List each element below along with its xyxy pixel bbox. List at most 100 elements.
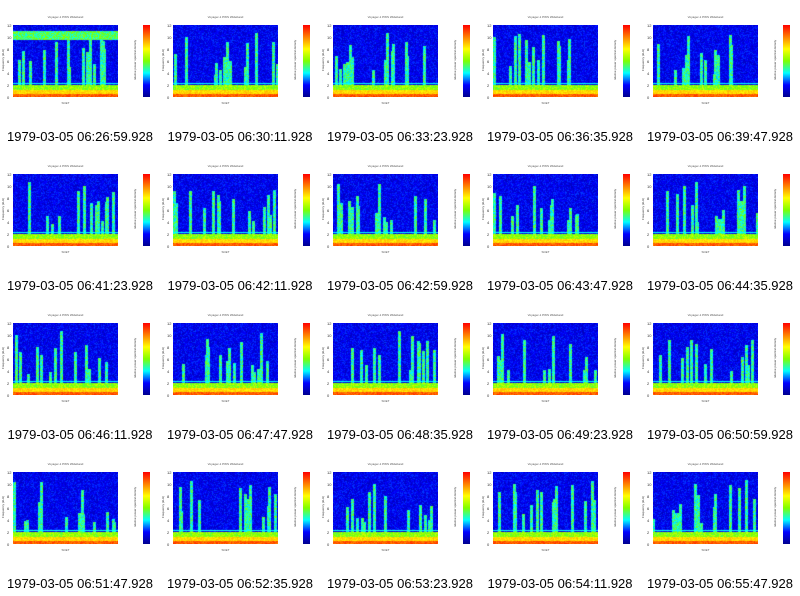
y-tick: 2 <box>327 530 330 535</box>
x-axis-unit: SCET <box>221 399 230 403</box>
plot-title: Voyager-1 PWS Wideband <box>527 164 564 168</box>
y-tick: 4 <box>647 71 650 76</box>
y-tick: 10 <box>487 333 492 338</box>
colorbar <box>623 472 630 544</box>
x-axis-unit: SCET <box>541 548 550 552</box>
y-axis-label: Frequency (kHz) <box>1 197 6 221</box>
colorbar-label: relative power spectral density <box>613 188 618 230</box>
y-tick: 12 <box>327 321 332 326</box>
y-tick: 10 <box>647 482 652 487</box>
y-tick: 12 <box>647 321 652 326</box>
colorbar-label: relative power spectral density <box>293 39 298 81</box>
y-tick: 8 <box>167 345 170 350</box>
y-tick: 10 <box>327 35 332 40</box>
spectrogram-thumbnail[interactable]: Voyager-1 PWS Wideband Frequency (kHz) rel… <box>320 447 480 596</box>
spectrogram-image <box>493 174 598 246</box>
y-tick: 6 <box>167 59 170 64</box>
spectrogram-thumbnail[interactable]: Voyager-1 PWS Wideband Frequency (kHz) rel… <box>320 0 480 149</box>
y-tick: 6 <box>7 208 10 213</box>
spectrogram-thumbnail[interactable]: Voyager-1 PWS Wideband Frequency (kHz) rel… <box>0 0 160 149</box>
y-tick: 8 <box>327 345 330 350</box>
y-tick: 12 <box>167 23 172 28</box>
y-tick: 0 <box>7 542 10 547</box>
y-tick: 12 <box>647 470 652 475</box>
y-tick: 8 <box>647 494 650 499</box>
y-tick: 4 <box>647 220 650 225</box>
y-tick: 4 <box>167 518 170 523</box>
colorbar-label: relative power spectral density <box>773 337 778 379</box>
spectrogram-thumbnail[interactable]: Voyager-1 PWS Wideband Frequency (kHz) rel… <box>640 149 800 298</box>
spectrogram-thumbnail[interactable]: Voyager-1 PWS Wideband Frequency (kHz) rel… <box>160 298 320 447</box>
spectrogram-thumbnail[interactable]: Voyager-1 PWS Wideband Frequency (kHz) rel… <box>640 447 800 596</box>
spectrogram-image <box>13 174 118 246</box>
y-tick: 2 <box>167 381 170 386</box>
plot-title: Voyager-1 PWS Wideband <box>687 15 724 19</box>
x-axis-unit: SCET <box>381 548 390 552</box>
spectrogram-thumbnail[interactable]: Voyager-1 PWS Wideband Frequency (kHz) rel… <box>480 298 640 447</box>
y-axis-label: Frequency (kHz) <box>1 346 6 370</box>
x-axis-unit: SCET <box>701 399 710 403</box>
y-tick: 12 <box>167 470 172 475</box>
y-tick: 12 <box>167 321 172 326</box>
y-tick: 6 <box>327 208 330 213</box>
spectrogram-thumbnail[interactable]: Voyager-1 PWS Wideband Frequency (kHz) rel… <box>640 0 800 149</box>
colorbar-label: relative power spectral density <box>293 188 298 230</box>
y-tick: 0 <box>167 542 170 547</box>
y-tick: 0 <box>327 542 330 547</box>
spectrogram-thumbnail[interactable]: Voyager-1 PWS Wideband Frequency (kHz) rel… <box>480 0 640 149</box>
y-tick: 10 <box>7 482 12 487</box>
x-axis-unit: SCET <box>61 101 70 105</box>
y-tick: 6 <box>647 357 650 362</box>
spectrogram-image <box>333 472 438 544</box>
colorbar-label: relative power spectral density <box>773 486 778 528</box>
colorbar-label: relative power spectral density <box>613 486 618 528</box>
spectrogram-thumbnail[interactable]: Voyager-1 PWS Wideband Frequency (kHz) rel… <box>480 149 640 298</box>
y-tick: 12 <box>327 470 332 475</box>
colorbar <box>143 25 150 97</box>
y-tick: 12 <box>7 470 12 475</box>
y-tick: 8 <box>487 345 490 350</box>
y-axis-label: Frequency (kHz) <box>641 197 646 221</box>
spectrogram-thumbnail[interactable]: Voyager-1 PWS Wideband Frequency (kHz) rel… <box>320 298 480 447</box>
colorbar-label: relative power spectral density <box>453 39 458 81</box>
spectrogram-thumbnail[interactable]: Voyager-1 PWS Wideband Frequency (kHz) rel… <box>0 149 160 298</box>
colorbar-label: relative power spectral density <box>613 39 618 81</box>
spectrogram-image <box>653 25 758 97</box>
y-tick: 12 <box>487 321 492 326</box>
spectrogram-thumbnail[interactable]: Voyager-1 PWS Wideband Frequency (kHz) rel… <box>0 298 160 447</box>
spectrogram-thumbnail[interactable]: Voyager-1 PWS Wideband Frequency (kHz) rel… <box>320 149 480 298</box>
y-axis-label: Frequency (kHz) <box>641 48 646 72</box>
y-tick: 4 <box>327 369 330 374</box>
x-axis-unit: SCET <box>541 399 550 403</box>
y-axis-label: Frequency (kHz) <box>481 197 486 221</box>
colorbar <box>783 472 790 544</box>
spectrogram-image <box>333 25 438 97</box>
spectrogram-thumbnail[interactable]: Voyager-1 PWS Wideband Frequency (kHz) rel… <box>480 447 640 596</box>
timestamp-caption: 1979-03-05 06:36:35.928 <box>486 129 633 144</box>
y-tick: 0 <box>487 542 490 547</box>
spectrogram-thumbnail[interactable]: Voyager-1 PWS Wideband Frequency (kHz) rel… <box>160 0 320 149</box>
spectrogram-thumbnail[interactable]: Voyager-1 PWS Wideband Frequency (kHz) rel… <box>640 298 800 447</box>
spectrogram-image <box>493 25 598 97</box>
colorbar-label: relative power spectral density <box>133 486 138 528</box>
y-tick: 4 <box>7 220 10 225</box>
y-tick: 6 <box>647 208 650 213</box>
y-tick: 12 <box>7 321 12 326</box>
plot-title: Voyager-1 PWS Wideband <box>367 313 404 317</box>
timestamp-caption: 1979-03-05 06:48:35.928 <box>326 427 473 442</box>
y-tick: 0 <box>167 95 170 100</box>
y-tick: 8 <box>7 47 10 52</box>
colorbar <box>303 25 310 97</box>
spectrogram-thumbnail[interactable]: Voyager-1 PWS Wideband Frequency (kHz) rel… <box>0 447 160 596</box>
plot-title: Voyager-1 PWS Wideband <box>207 15 244 19</box>
y-tick: 2 <box>7 381 10 386</box>
x-axis-unit: SCET <box>221 548 230 552</box>
timestamp-caption: 1979-03-05 06:33:23.928 <box>326 129 473 144</box>
plot-title: Voyager-1 PWS Wideband <box>687 313 724 317</box>
spectrogram-thumbnail[interactable]: Voyager-1 PWS Wideband Frequency (kHz) rel… <box>160 149 320 298</box>
y-tick: 12 <box>7 172 12 177</box>
colorbar <box>143 174 150 246</box>
timestamp-caption: 1979-03-05 06:50:59.928 <box>646 427 793 442</box>
y-tick: 2 <box>327 83 330 88</box>
spectrogram-thumbnail[interactable]: Voyager-1 PWS Wideband Frequency (kHz) rel… <box>160 447 320 596</box>
